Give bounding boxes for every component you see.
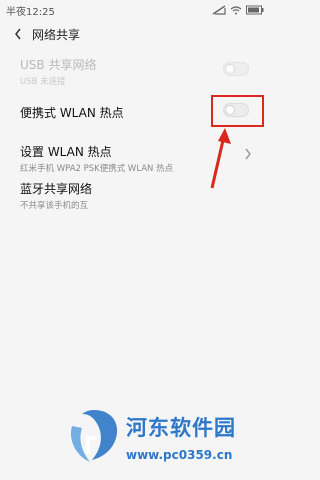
signal-off-icon: [212, 5, 226, 15]
watermark-site-name: 河东软件园: [126, 416, 236, 440]
chevron-left-icon: [15, 28, 21, 40]
row-subtitle: 不共享该手机的互: [20, 201, 89, 211]
back-button[interactable]: [8, 24, 28, 44]
watermark-site-url: www.pc0359.cn: [126, 448, 233, 462]
row-title: USB 共享网络: [20, 58, 97, 72]
watermark-logo-icon: [70, 410, 118, 462]
chevron-right-icon: [245, 148, 251, 160]
annotation-arrow-icon: [210, 128, 231, 189]
usb-tethering-toggle[interactable]: [223, 62, 249, 76]
battery-icon: [246, 5, 264, 15]
row-subtitle: USB 未连接: [20, 77, 66, 87]
page-title: 网络共享: [32, 27, 81, 42]
wifi-icon: [230, 6, 242, 15]
top-bar: 网络共享: [0, 20, 270, 48]
status-time: 半夜12:25: [6, 6, 55, 18]
status-bar: 半夜12:25: [0, 0, 270, 20]
toggle-knob: [225, 64, 235, 74]
status-icons: [212, 5, 264, 15]
